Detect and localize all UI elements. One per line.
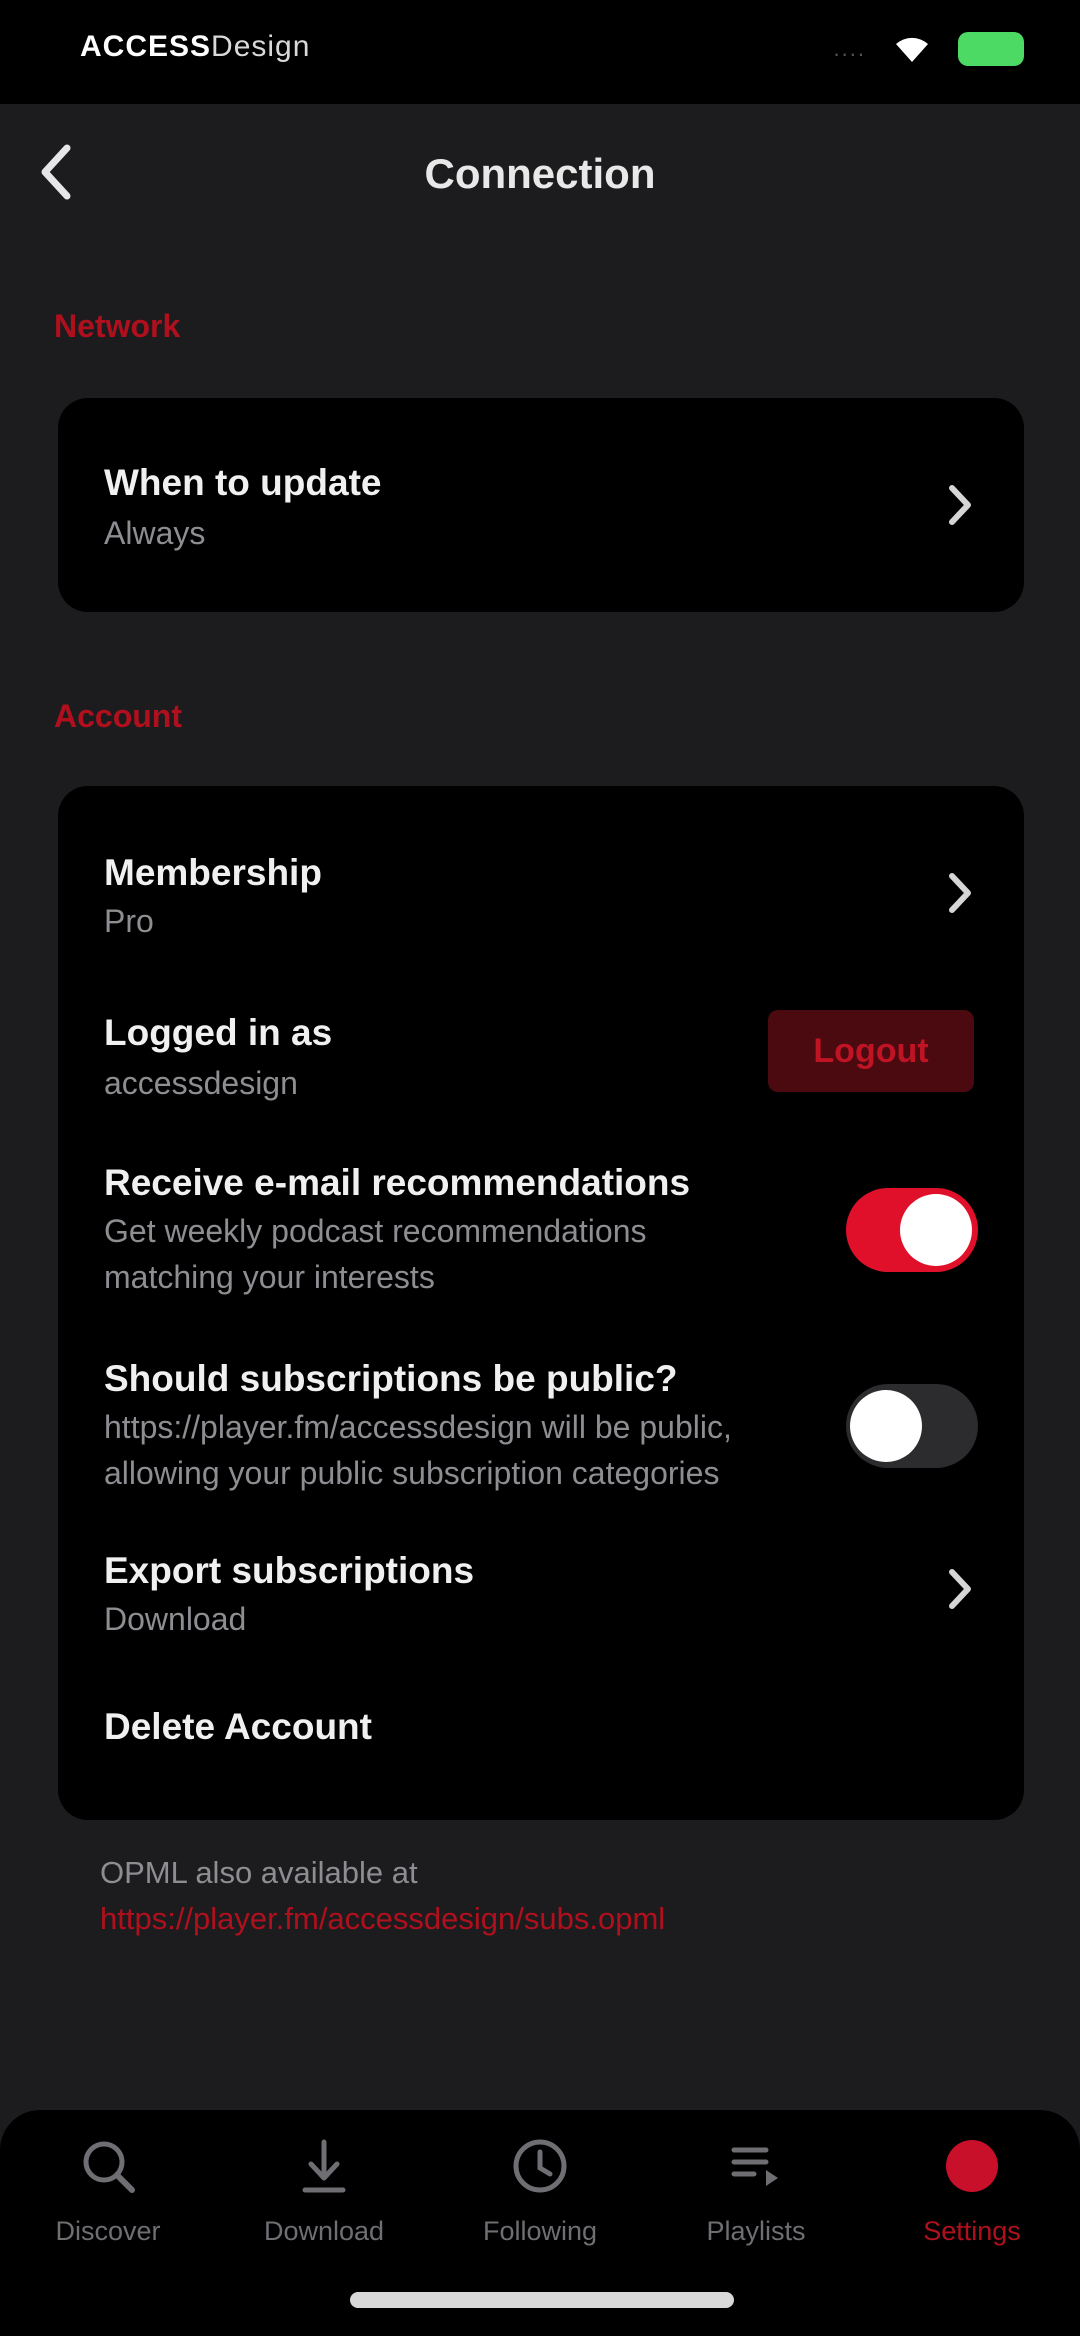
section-header-network: Network	[54, 308, 181, 344]
network-card: When to update Always	[58, 398, 1024, 612]
logged-in-title: Logged in as	[104, 1012, 333, 1053]
search-icon	[78, 2130, 138, 2202]
settings-icon	[942, 2130, 1002, 2202]
delete-account-row[interactable]: Delete Account	[58, 1686, 1024, 1816]
opml-text: OPML also available at	[100, 1855, 418, 1890]
toggle-knob	[850, 1390, 922, 1462]
status-icons: ....	[834, 32, 1024, 66]
logout-button[interactable]: Logout	[768, 1010, 974, 1092]
opml-link[interactable]: https://player.fm/accessdesign/subs.opml	[100, 1896, 665, 1942]
opml-footer: OPML also available at https://player.fm…	[100, 1850, 665, 1942]
email-recs-title: Receive e-mail recommendations	[104, 1162, 691, 1203]
home-indicator	[350, 2292, 734, 2308]
tab-label: Playlists	[706, 2216, 806, 2246]
tab-label: Discover	[55, 2216, 161, 2246]
public-subs-row: Should subscriptions be public? https://…	[58, 1342, 1024, 1532]
tab-label: Download	[263, 2216, 385, 2246]
tab-download[interactable]: Download	[216, 2130, 432, 2280]
email-recs-description: Get weekly podcast recommendations match…	[104, 1213, 647, 1295]
chevron-right-icon	[942, 866, 978, 920]
playlist-icon	[726, 2130, 786, 2202]
carrier-label: ACCESSDesign	[80, 30, 310, 64]
carrier-light: Design	[211, 30, 311, 63]
battery-icon	[958, 32, 1024, 66]
tab-following[interactable]: Following	[432, 2130, 648, 2280]
export-title: Export subscriptions	[104, 1550, 475, 1591]
section-header-account: Account	[54, 698, 182, 734]
toggle-knob	[900, 1194, 972, 1266]
when-to-update-value: Always	[104, 515, 206, 551]
following-icon	[510, 2130, 570, 2202]
when-to-update-row[interactable]: When to update Always	[58, 398, 1024, 612]
membership-row[interactable]: Membership Pro	[58, 786, 1024, 939]
tab-label: Settings	[923, 2216, 1021, 2246]
membership-title: Membership	[104, 852, 322, 893]
status-bar: ACCESSDesign ....	[0, 0, 1080, 104]
logged-in-row: Logged in as accessdesign Logout	[58, 930, 1024, 1101]
email-recs-row: Receive e-mail recommendations Get weekl…	[58, 1146, 1024, 1336]
public-subs-description: https://player.fm/accessdesign will be p…	[104, 1409, 732, 1491]
logged-in-username: accessdesign	[104, 1065, 298, 1101]
signal-icon: ....	[833, 36, 866, 61]
account-card: Membership Pro Logged in as accessdesign…	[58, 786, 1024, 1820]
carrier-bold: ACCESS	[80, 30, 212, 63]
export-value: Download	[104, 1601, 247, 1637]
public-subs-title: Should subscriptions be public?	[104, 1358, 678, 1399]
public-subs-toggle[interactable]	[846, 1384, 978, 1468]
tab-settings[interactable]: Settings	[864, 2130, 1080, 2280]
wifi-icon	[892, 34, 932, 64]
tab-discover[interactable]: Discover	[0, 2130, 216, 2280]
chevron-right-icon	[942, 1562, 978, 1616]
chevron-right-icon	[942, 478, 978, 532]
page-title: Connection	[424, 150, 656, 197]
nav-bar: Connection	[0, 104, 1080, 244]
tab-label: Following	[482, 2216, 598, 2246]
email-recs-toggle[interactable]	[846, 1188, 978, 1272]
when-to-update-title: When to update	[104, 462, 382, 503]
export-row[interactable]: Export subscriptions Download	[58, 1538, 1024, 1678]
delete-account-title: Delete Account	[104, 1706, 372, 1747]
tab-playlists[interactable]: Playlists	[648, 2130, 864, 2280]
download-icon	[299, 2130, 349, 2202]
